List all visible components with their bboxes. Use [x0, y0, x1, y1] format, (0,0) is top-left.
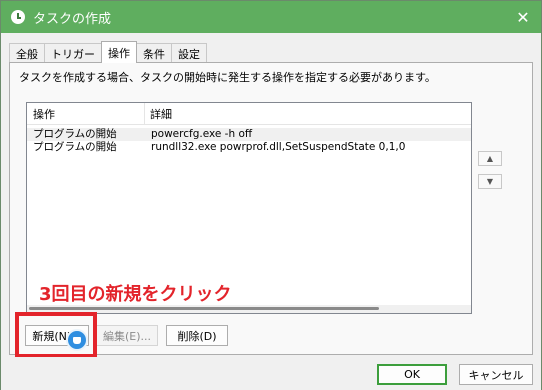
- edit-button[interactable]: 編集(E)...: [96, 325, 158, 346]
- close-button[interactable]: ✕: [513, 7, 533, 27]
- list-rows: プログラムの開始 powercfg.exe -h off プログラムの開始 ru…: [27, 128, 471, 154]
- ok-button[interactable]: OK: [377, 364, 447, 385]
- cancel-button[interactable]: キャンセル: [459, 364, 533, 385]
- list-item-detail: powercfg.exe -h off: [151, 128, 253, 140]
- tab-triggers[interactable]: トリガー: [44, 43, 102, 63]
- dialog-footer: OK キャンセル: [1, 357, 541, 390]
- list-item-action: プログラムの開始: [33, 141, 117, 153]
- title-bar: タスクの作成 ✕: [1, 1, 541, 33]
- arrow-down-icon: ▼: [486, 177, 494, 186]
- list-item-action: プログラムの開始: [33, 128, 117, 140]
- tab-conditions[interactable]: 条件: [136, 43, 172, 63]
- move-down-button[interactable]: ▼: [478, 174, 502, 189]
- column-header-action[interactable]: 操作: [27, 103, 145, 125]
- tab-settings[interactable]: 設定: [171, 43, 207, 63]
- annotation-text: 3回目の新規をクリック: [39, 284, 232, 305]
- arrow-up-icon: ▲: [486, 154, 494, 163]
- instruction-text: タスクを作成する場合、タスクの開始時に発生する操作を指定する必要があります。: [19, 71, 436, 84]
- scrollbar-thumb[interactable]: [29, 307, 379, 310]
- tab-strip: 全般 トリガー 操作 条件 設定: [9, 41, 207, 63]
- move-up-button[interactable]: ▲: [478, 151, 502, 166]
- tab-actions[interactable]: 操作: [101, 41, 137, 63]
- tab-general[interactable]: 全般: [9, 43, 45, 63]
- window-title: タスクの作成: [33, 11, 112, 27]
- list-item[interactable]: プログラムの開始 powercfg.exe -h off: [27, 128, 471, 141]
- list-header: 操作 詳細: [27, 103, 471, 125]
- clock-icon: [11, 10, 25, 24]
- list-item[interactable]: プログラムの開始 rundll32.exe powrprof.dll,SetSu…: [27, 141, 471, 154]
- list-item-detail: rundll32.exe powrprof.dll,SetSuspendStat…: [151, 141, 406, 153]
- close-icon: ✕: [516, 7, 530, 27]
- column-header-detail[interactable]: 詳細: [145, 103, 471, 125]
- task-dialog: タスクの作成 ✕ 全般 トリガー 操作 条件 設定 タスクを作成する場合、タスク…: [0, 0, 542, 390]
- hand-cursor-icon: [66, 329, 88, 351]
- delete-button[interactable]: 削除(D): [166, 325, 228, 346]
